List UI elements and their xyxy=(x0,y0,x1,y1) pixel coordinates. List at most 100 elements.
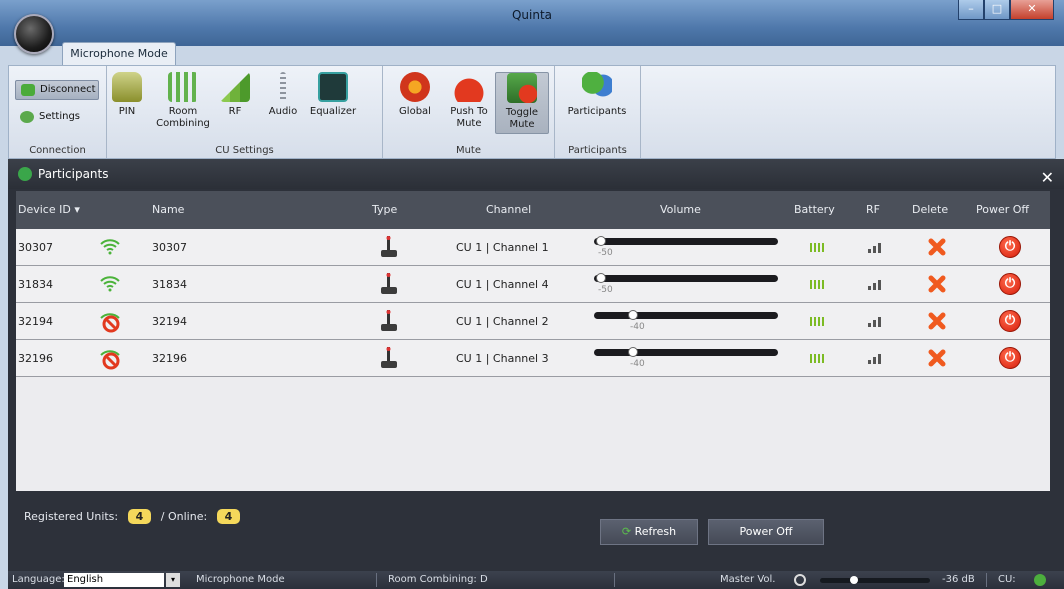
mute-group-label: Mute xyxy=(455,145,482,156)
name-cell: 32196 xyxy=(152,352,187,365)
column-delete[interactable]: Delete xyxy=(912,203,948,216)
minimize-button[interactable]: – xyxy=(958,0,984,20)
room-combining-button[interactable]: Room Combining xyxy=(153,72,213,130)
master-volume-slider[interactable] xyxy=(820,576,930,584)
device-id-cell: 32196 xyxy=(18,352,53,365)
status-bar: Language: English ▾ Microphone Mode Room… xyxy=(8,571,1064,589)
device-id-cell: 31834 xyxy=(18,278,53,291)
volume-value: -40 xyxy=(630,359,645,369)
volume-knob[interactable] xyxy=(596,273,606,283)
table-row[interactable]: 30307 30307 CU 1 | Channel 1 -50 ⏻ xyxy=(16,229,1050,266)
column-device-id[interactable]: Device ID ▾ xyxy=(18,203,80,216)
battery-icon xyxy=(810,354,826,363)
delete-icon[interactable] xyxy=(928,312,946,330)
settings-label: Settings xyxy=(39,111,81,122)
volume-knob[interactable] xyxy=(628,347,638,357)
muted-signal-icon xyxy=(98,309,122,333)
cu-status-icon xyxy=(1034,574,1046,586)
app-menu-orb-icon[interactable] xyxy=(14,14,54,54)
push-to-mute-button[interactable]: Push To Mute xyxy=(439,72,499,130)
volume-knob[interactable] xyxy=(628,310,638,320)
volume-knob[interactable] xyxy=(596,236,606,246)
window-titlebar: Quinta – □ ✕ xyxy=(0,0,1064,46)
master-volume-value: -36 dB xyxy=(942,574,975,585)
power-off-icon[interactable]: ⏻ xyxy=(999,273,1021,295)
panel-title: Participants xyxy=(38,167,109,181)
toggle-mute-button[interactable]: Toggle Mute xyxy=(495,72,549,134)
microphone-icon xyxy=(380,347,398,369)
maximize-button[interactable]: □ xyxy=(984,0,1010,20)
participants-icon xyxy=(18,167,32,181)
power-off-all-button[interactable]: Power Off xyxy=(708,519,824,545)
cu-label: CU: xyxy=(998,574,1016,585)
online-units-badge: 4 xyxy=(216,509,241,524)
unit-counts: Registered Units: 4 / Online: 4 xyxy=(24,509,246,524)
global-mute-icon xyxy=(400,72,430,102)
cu-settings-group-label: CU Settings xyxy=(215,145,274,156)
column-type[interactable]: Type xyxy=(372,203,397,216)
volume-slider[interactable] xyxy=(594,347,778,357)
equalizer-button[interactable]: Equalizer xyxy=(303,72,363,118)
language-select[interactable]: English xyxy=(64,573,164,587)
name-cell: 32194 xyxy=(152,315,187,328)
volume-slider[interactable] xyxy=(594,236,778,246)
delete-icon[interactable] xyxy=(928,275,946,293)
push-to-mute-label: Push To Mute xyxy=(450,106,488,129)
master-volume-label: Master Vol. xyxy=(720,574,776,585)
table-header: Device ID ▾ Name Type Channel Volume Bat… xyxy=(16,191,1050,229)
refresh-button[interactable]: ⟳ Refresh xyxy=(600,519,698,545)
column-volume[interactable]: Volume xyxy=(660,203,701,216)
settings-button[interactable]: Settings xyxy=(15,108,99,128)
chevron-down-icon[interactable]: ▾ xyxy=(166,573,180,587)
close-window-button[interactable]: ✕ xyxy=(1010,0,1054,20)
name-cell: 31834 xyxy=(152,278,187,291)
volume-slider[interactable] xyxy=(594,273,778,283)
column-name[interactable]: Name xyxy=(152,203,184,216)
channel-cell: CU 1 | Channel 3 xyxy=(456,352,549,365)
tab-microphone-mode[interactable]: Microphone Mode xyxy=(62,42,176,66)
participants-group-label: Participants xyxy=(568,145,627,156)
push-to-mute-icon xyxy=(454,72,484,102)
table-row[interactable]: 32194 32194 CU 1 | Channel 2 -40 ⏻ xyxy=(16,303,1050,340)
equalizer-label: Equalizer xyxy=(309,106,357,117)
column-channel[interactable]: Channel xyxy=(486,203,531,216)
rf-signal-icon xyxy=(868,278,882,290)
registered-units-badge: 4 xyxy=(127,509,152,524)
disconnect-button[interactable]: Disconnect xyxy=(15,80,99,100)
microphone-icon xyxy=(380,273,398,295)
pin-label: PIN xyxy=(118,106,136,117)
delete-icon[interactable] xyxy=(928,349,946,367)
rf-signal-icon xyxy=(868,315,882,327)
muted-signal-icon xyxy=(98,346,122,370)
connection-group: Disconnect Settings Connection xyxy=(9,66,107,158)
master-volume-knob[interactable] xyxy=(850,576,858,584)
microphone-icon xyxy=(380,310,398,332)
disconnect-icon xyxy=(21,84,35,96)
pin-button[interactable]: PIN xyxy=(97,72,157,118)
power-off-icon[interactable]: ⏻ xyxy=(999,236,1021,258)
wifi-signal-icon xyxy=(98,272,122,296)
power-off-icon[interactable]: ⏻ xyxy=(999,347,1021,369)
room-status: Room Combining: D xyxy=(388,574,488,585)
signal-bars-icon xyxy=(220,72,250,102)
device-id-cell: 30307 xyxy=(18,241,53,254)
global-button[interactable]: Global xyxy=(385,72,445,118)
power-off-icon[interactable]: ⏻ xyxy=(999,310,1021,332)
global-label: Global xyxy=(399,106,431,117)
column-rf[interactable]: RF xyxy=(866,203,880,216)
status-divider xyxy=(986,573,987,587)
delete-icon[interactable] xyxy=(928,238,946,256)
disconnect-label: Disconnect xyxy=(40,84,96,95)
volume-slider[interactable] xyxy=(594,310,778,320)
name-cell: 30307 xyxy=(152,241,187,254)
toggle-mute-label: Toggle Mute xyxy=(505,107,539,130)
window-title: Quinta xyxy=(511,8,553,22)
participants-button[interactable]: Participants xyxy=(567,72,627,118)
registered-units-label: Registered Units: xyxy=(24,510,119,523)
channel-cell: CU 1 | Channel 1 xyxy=(456,241,549,254)
close-panel-button[interactable]: ✕ xyxy=(1041,163,1054,193)
column-power-off[interactable]: Power Off xyxy=(976,203,1029,216)
table-row[interactable]: 32196 32196 CU 1 | Channel 3 -40 ⏻ xyxy=(16,340,1050,377)
column-battery[interactable]: Battery xyxy=(794,203,835,216)
table-row[interactable]: 31834 31834 CU 1 | Channel 4 -50 ⏻ xyxy=(16,266,1050,303)
